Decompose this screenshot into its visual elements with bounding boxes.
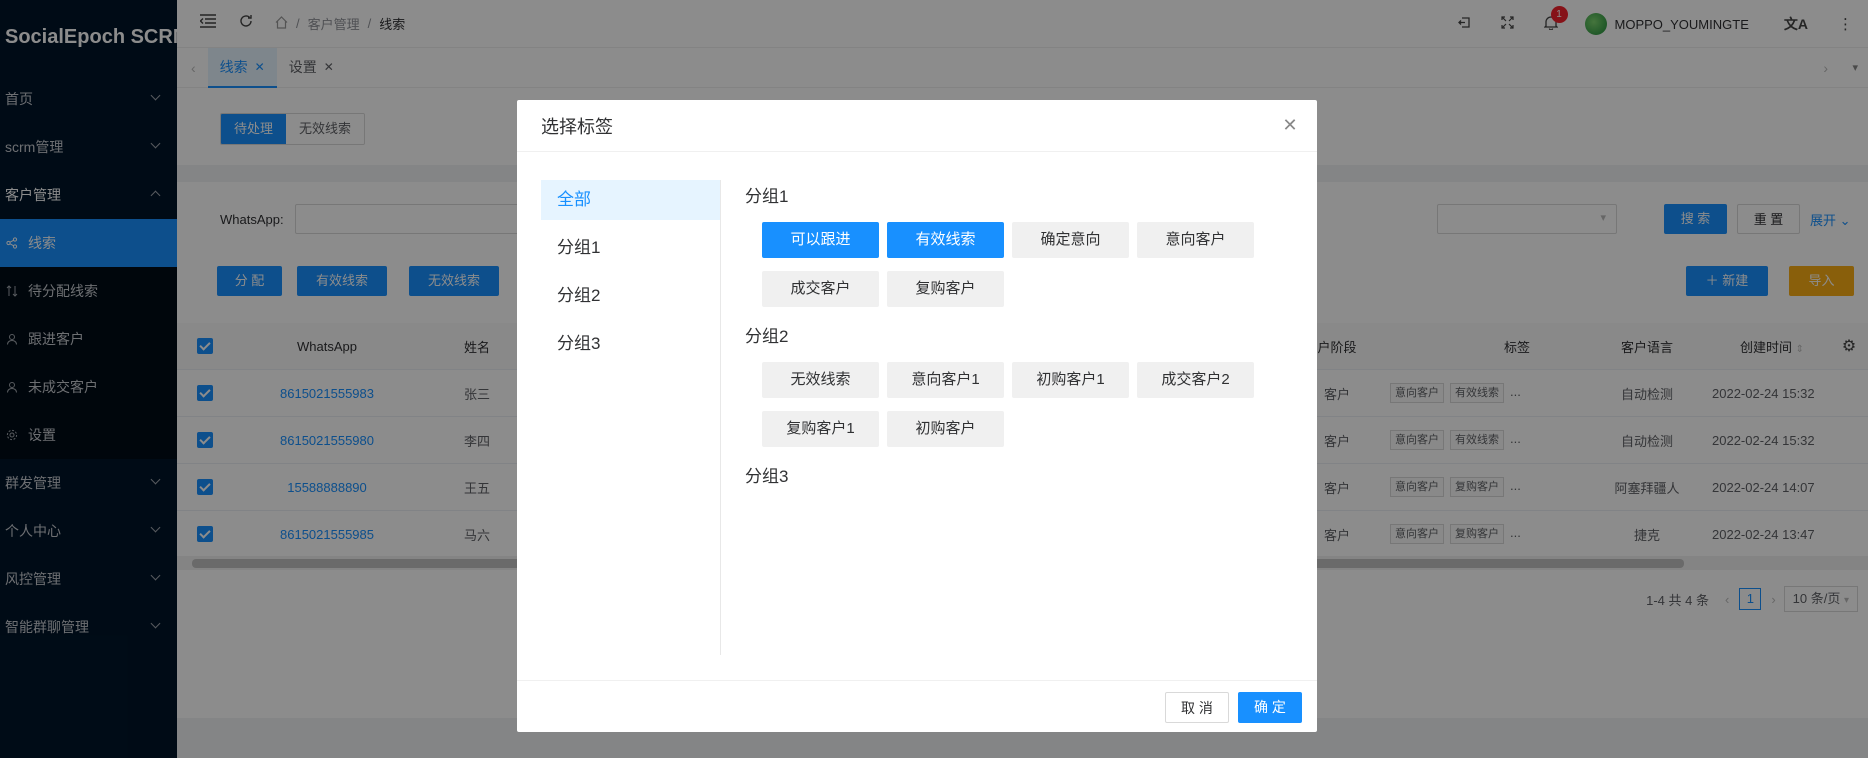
group-title: 分组2 bbox=[745, 327, 789, 346]
dialog-footer: 取 消 确 定 bbox=[517, 680, 1317, 732]
tag-groups: 分组1 可以跟进 有效线索 确定意向 意向客户 成交客户 复购客户 分组2 无效… bbox=[745, 180, 1305, 494]
group-title: 分组1 bbox=[745, 187, 789, 206]
tag-chip[interactable]: 无效线索 bbox=[762, 362, 879, 398]
close-icon[interactable]: ✕ bbox=[1279, 114, 1301, 136]
tag-chip[interactable]: 意向客户1 bbox=[887, 362, 1004, 398]
tag-chip[interactable]: 初购客户1 bbox=[1012, 362, 1129, 398]
tag-chip[interactable]: 复购客户 bbox=[887, 271, 1004, 307]
dialog-header: 选择标签 ✕ bbox=[517, 100, 1317, 152]
tag-chip-list: 无效线索 意向客户1 初购客户1 成交客户2 复购客户1 初购客户 bbox=[745, 362, 1265, 460]
tag-chip-list: 可以跟进 有效线索 确定意向 意向客户 成交客户 复购客户 bbox=[745, 222, 1265, 320]
tag-chip[interactable]: 成交客户 bbox=[762, 271, 879, 307]
confirm-button[interactable]: 确 定 bbox=[1238, 692, 1302, 723]
dialog-body: 全部 分组1 分组2 分组3 分组1 可以跟进 有效线索 确定意向 意向客户 成… bbox=[517, 152, 1317, 680]
tag-chip[interactable]: 复购客户1 bbox=[762, 411, 879, 447]
tag-chip[interactable]: 意向客户 bbox=[1137, 222, 1254, 258]
tag-chip[interactable]: 初购客户 bbox=[887, 411, 1004, 447]
tag-chip[interactable]: 成交客户2 bbox=[1137, 362, 1254, 398]
tag-chip[interactable]: 确定意向 bbox=[1012, 222, 1129, 258]
cancel-button[interactable]: 取 消 bbox=[1165, 692, 1229, 723]
tag-chip[interactable]: 可以跟进 bbox=[762, 222, 879, 258]
select-tag-dialog: 选择标签 ✕ 全部 分组1 分组2 分组3 分组1 可以跟进 有效线索 确定意向… bbox=[517, 100, 1317, 732]
group-nav-all[interactable]: 全部 bbox=[541, 180, 720, 220]
group-title: 分组3 bbox=[745, 467, 789, 486]
group-nav-2[interactable]: 分组2 bbox=[541, 276, 720, 316]
group-nav-1[interactable]: 分组1 bbox=[541, 228, 720, 268]
dialog-title: 选择标签 bbox=[541, 116, 613, 137]
group-nav: 全部 分组1 分组2 分组3 bbox=[541, 180, 721, 655]
group-nav-3[interactable]: 分组3 bbox=[541, 324, 720, 364]
tag-chip[interactable]: 有效线索 bbox=[887, 222, 1004, 258]
